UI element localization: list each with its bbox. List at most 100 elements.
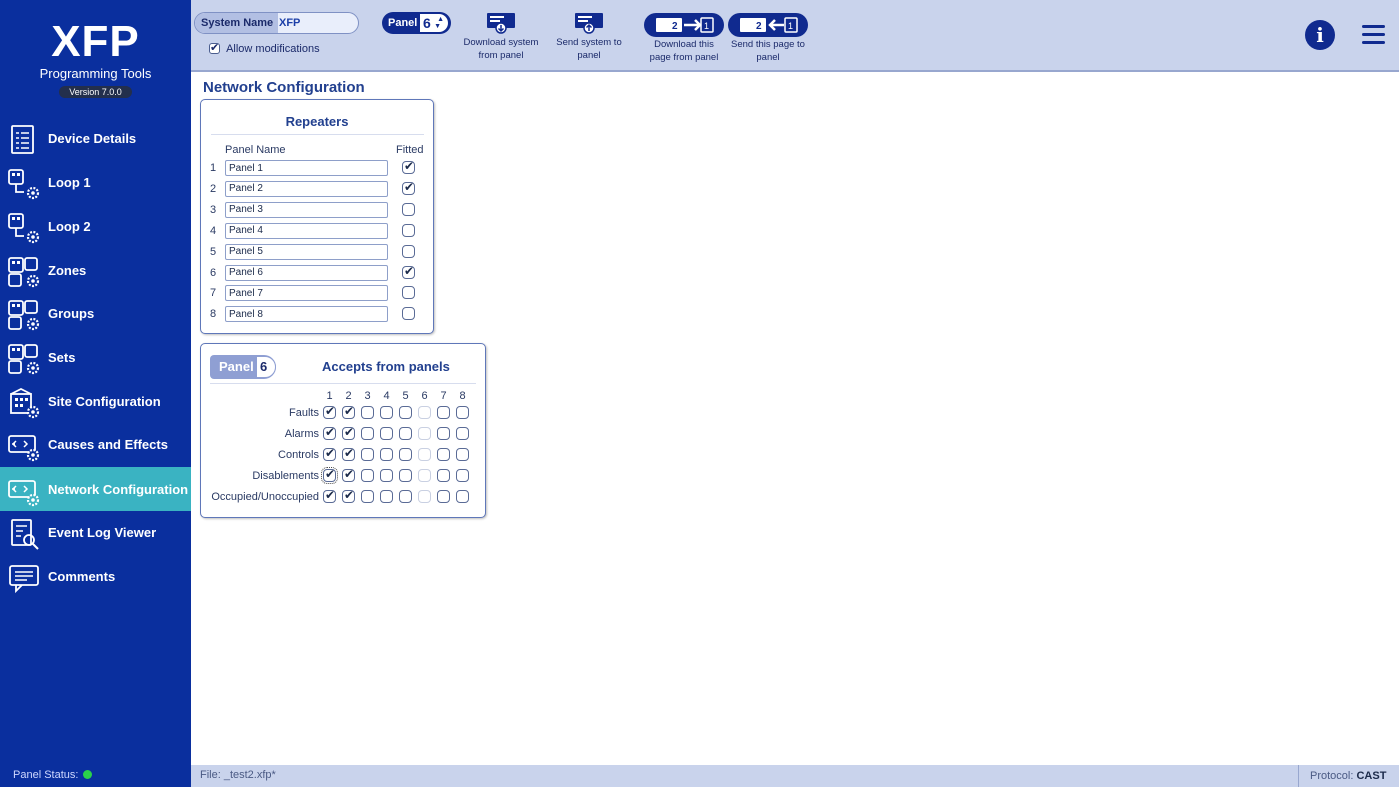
fitted-checkbox[interactable] [402, 202, 415, 216]
sidebar-item-sets[interactable]: Sets [0, 335, 191, 379]
panel-selector-label: Panel [388, 17, 418, 29]
sidebar-item-zones[interactable]: Zones [0, 248, 191, 292]
panel-selector-value[interactable]: 6 ▲ ▼ [420, 14, 448, 32]
hamburger-menu-icon[interactable] [1362, 25, 1385, 45]
accepts-checkbox[interactable] [321, 467, 338, 484]
accepts-checkbox[interactable] [456, 448, 469, 461]
accepts-checkbox[interactable] [437, 427, 450, 440]
accepts-checkbox[interactable] [323, 446, 336, 461]
accepts-column-header: 7 [440, 390, 447, 402]
status-bar: File: _test2.xfp* Protocol: CAST [191, 765, 1399, 787]
accepts-checkbox[interactable] [456, 490, 469, 503]
system-name-value[interactable]: XFP [279, 13, 300, 33]
repeater-number: 5 [210, 245, 217, 258]
accepts-column-header: 8 [459, 390, 466, 402]
accepts-checkbox [418, 490, 431, 503]
accepts-checkbox[interactable] [323, 488, 336, 503]
sidebar-item-label: Groups [48, 305, 95, 321]
send-page-button[interactable]: 2 1 Send this page to panel [727, 13, 809, 64]
accepts-card: Panel 6 Accepts from panels 1 2 3 4 5 6 7 8 Faul… [200, 343, 486, 518]
repeater-row: 8 [201, 306, 433, 326]
panel-name-input[interactable] [225, 222, 388, 239]
accepts-checkbox[interactable] [361, 427, 374, 440]
accepts-checkbox [418, 427, 431, 440]
accepts-checkbox[interactable] [380, 427, 393, 440]
panel-name-input[interactable] [225, 201, 388, 218]
sidebar-item-loop-2[interactable]: Loop 2 [0, 204, 191, 248]
repeater-row: 4 [201, 222, 433, 243]
accepts-checkbox[interactable] [456, 427, 469, 440]
panel-name-input[interactable] [225, 160, 388, 176]
fitted-checkbox[interactable] [402, 307, 415, 321]
sidebar-item-loop-1[interactable]: Loop 1 [0, 160, 191, 204]
send-system-label: Send system to panel [556, 37, 622, 61]
accepts-checkbox[interactable] [342, 446, 355, 461]
spinner-arrows-icon[interactable]: ▲ ▼ [434, 16, 444, 30]
panel-name-input[interactable] [225, 264, 388, 281]
accepts-checkbox[interactable] [342, 488, 355, 503]
accepts-row-label: Disablements [252, 470, 319, 482]
accepts-checkbox[interactable] [399, 490, 412, 503]
document-list-icon [11, 125, 34, 154]
download-system-button[interactable]: Download system from panel [459, 12, 543, 62]
panel-selector[interactable]: Panel 6 ▲ ▼ [382, 12, 451, 34]
send-system-button[interactable]: Send system to panel [547, 12, 631, 62]
panel-name-input[interactable] [225, 243, 388, 260]
accepts-checkbox[interactable] [361, 406, 374, 419]
fitted-checkbox[interactable] [402, 244, 415, 258]
sidebar-item-groups[interactable]: Groups [0, 291, 191, 335]
accepts-checkbox[interactable] [437, 448, 450, 461]
accepts-checkbox[interactable] [323, 425, 336, 440]
sidebar-item-site-configuration[interactable]: Site Configuration [0, 379, 191, 423]
allow-modifications-checkbox[interactable]: Allow modifications [209, 41, 320, 55]
sidebar: XFP Programming Tools Version 7.0.0 Devi… [0, 0, 191, 787]
panel-name-input[interactable] [225, 285, 388, 302]
sidebar-item-comments[interactable]: Comments [0, 554, 191, 598]
send-page-icon: 2 1 [728, 13, 808, 37]
accepts-checkbox[interactable] [361, 490, 374, 503]
accepts-checkbox[interactable] [342, 425, 355, 440]
system-name-label: System Name [195, 13, 279, 33]
fitted-checkbox[interactable] [402, 264, 415, 279]
accepts-checkbox[interactable] [399, 427, 412, 440]
fitted-checkbox[interactable] [402, 223, 415, 237]
accepts-checkbox[interactable] [437, 406, 450, 419]
sidebar-item-network-configuration[interactable]: Network Configuration [0, 467, 191, 511]
accepts-checkbox[interactable] [323, 404, 336, 419]
accepts-checkbox[interactable] [361, 448, 374, 461]
repeater-number: 7 [210, 287, 217, 300]
sidebar-item-label: Device Details [48, 130, 137, 146]
accepts-checkbox[interactable] [361, 469, 374, 482]
accepts-column-header: 3 [364, 390, 371, 402]
accepts-checkbox[interactable] [380, 406, 393, 419]
accepts-checkbox[interactable] [380, 469, 393, 482]
logo-subtitle: Programming Tools [39, 66, 152, 81]
accepts-checkbox[interactable] [456, 469, 469, 482]
accepts-checkbox[interactable] [399, 469, 412, 482]
accepts-checkbox[interactable] [380, 490, 393, 503]
sidebar-item-event-log-viewer[interactable]: Event Log Viewer [0, 510, 191, 554]
sidebar-item-causes-and-effects[interactable]: Causes and Effects [0, 422, 191, 466]
accepts-checkbox[interactable] [437, 469, 450, 482]
panel-name-input[interactable] [225, 306, 388, 323]
network-gear-icon [8, 480, 40, 507]
fitted-checkbox[interactable] [402, 286, 415, 300]
accepts-checkbox[interactable] [399, 448, 412, 461]
allow-modifications-check[interactable] [209, 41, 220, 54]
accepts-checkbox[interactable] [437, 490, 450, 503]
repeater-number: 8 [210, 308, 217, 321]
fitted-checkbox[interactable] [402, 180, 415, 195]
info-icon[interactable]: i [1305, 20, 1335, 50]
accepts-checkbox[interactable] [342, 467, 355, 482]
repeater-number: 6 [210, 266, 217, 279]
accepts-checkbox[interactable] [456, 406, 469, 419]
accepts-checkbox[interactable] [380, 448, 393, 461]
zones-gear-icon [8, 257, 40, 288]
panel-name-input[interactable] [225, 180, 388, 197]
download-page-button[interactable]: 2 1 Download this page from panel [643, 13, 725, 64]
accepts-checkbox[interactable] [399, 406, 412, 419]
sidebar-item-device-details[interactable]: Device Details [0, 116, 191, 160]
system-name-field[interactable]: System Name XFP [194, 12, 359, 34]
accepts-checkbox[interactable] [342, 404, 355, 419]
fitted-checkbox[interactable] [402, 159, 415, 174]
